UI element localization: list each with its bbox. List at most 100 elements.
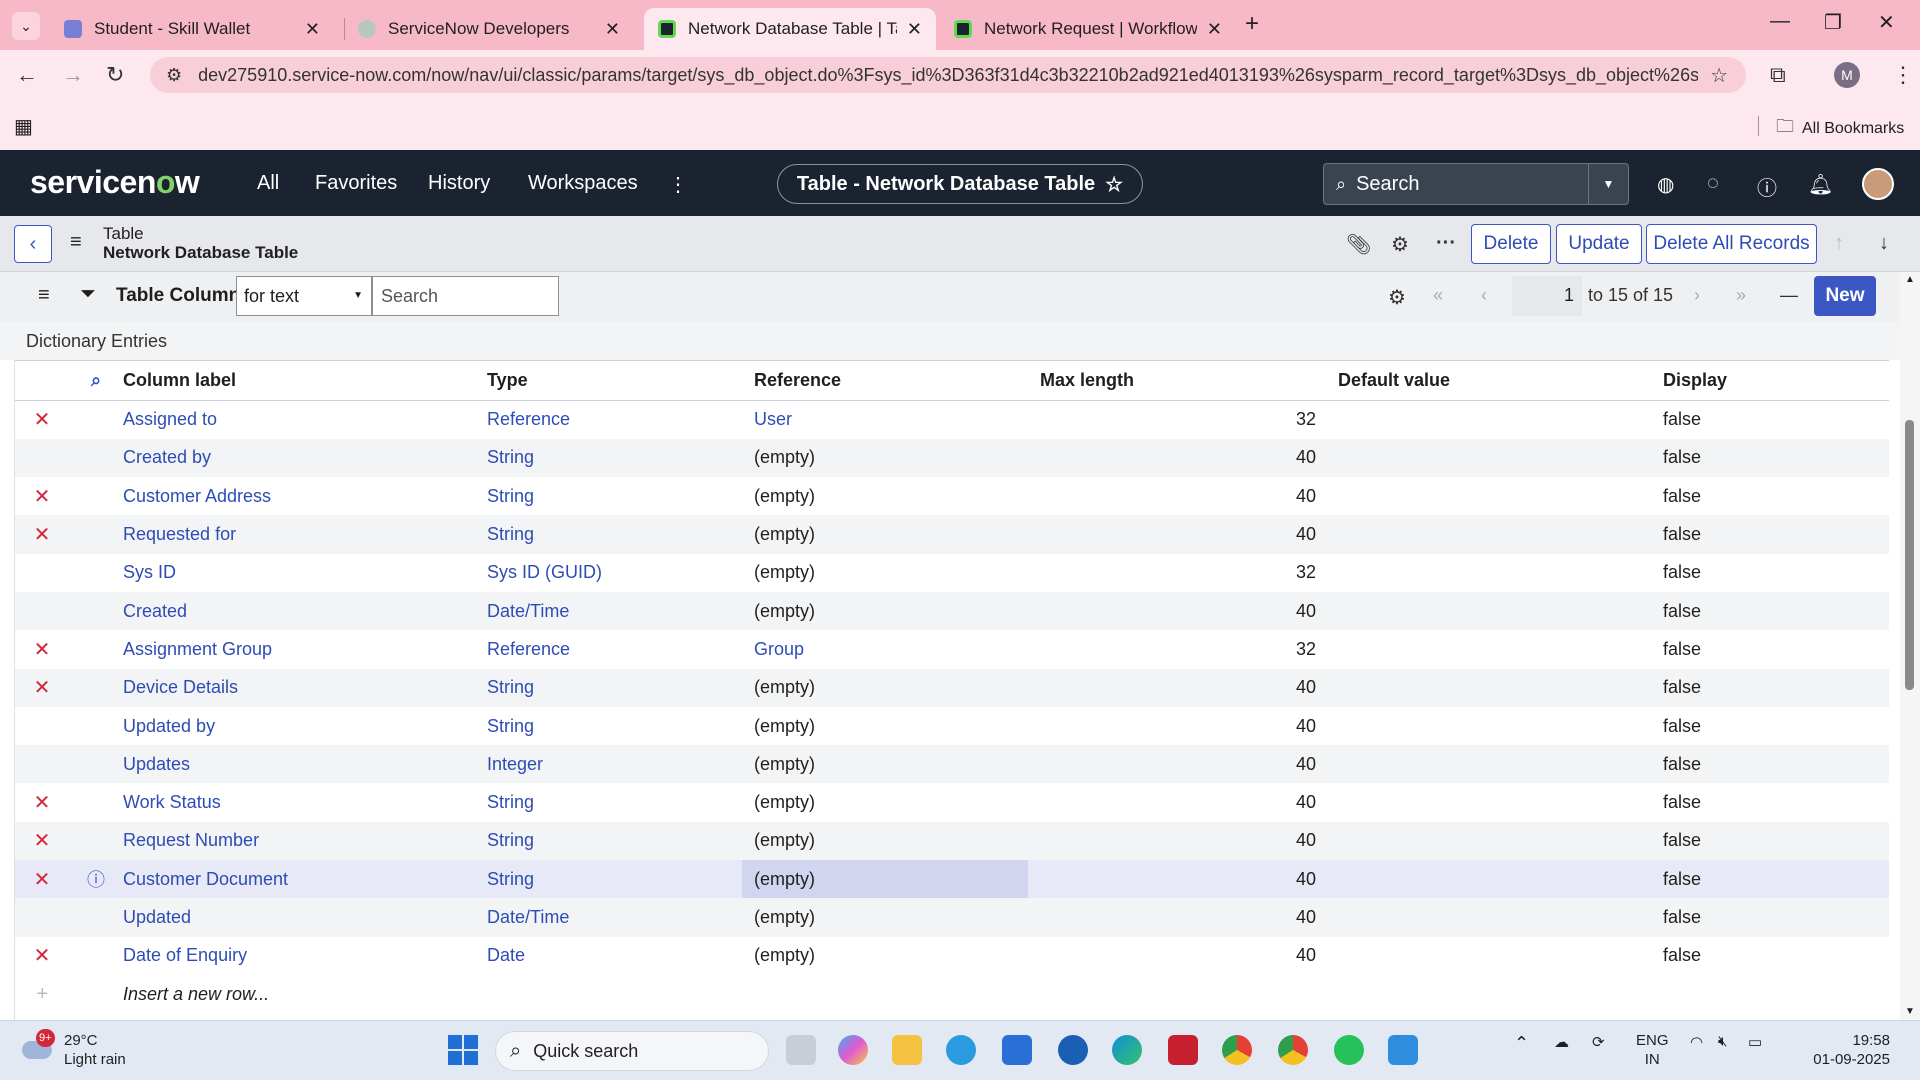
max-length-cell[interactable]: 40 (1028, 438, 1328, 478)
new-button[interactable]: New (1814, 276, 1876, 316)
browser-tab-network-request[interactable]: Network Request | Workflow St ✕ (940, 8, 1236, 50)
type-link[interactable]: String (487, 668, 742, 707)
all-bookmarks-button[interactable]: 🗀 All Bookmarks (1776, 114, 1904, 144)
minimize-icon[interactable]: — (1770, 10, 1790, 33)
filter-icon[interactable]: ⏷ (80, 283, 96, 306)
taskbar-search[interactable]: ⌕ Quick search (495, 1031, 769, 1071)
back-button[interactable]: ‹ (14, 225, 52, 263)
previous-record-icon[interactable]: ↑ (1834, 232, 1844, 255)
column-label-link[interactable]: Requested for (123, 515, 487, 554)
type-link[interactable]: String (487, 821, 742, 861)
type-link[interactable]: Date/Time (487, 898, 742, 937)
chat-icon[interactable]: ◌ (1707, 172, 1719, 195)
display-cell[interactable]: false (1662, 821, 1889, 861)
servicenow-logo[interactable]: servicenow (30, 164, 200, 201)
table-row[interactable]: ✕ ⓘ Customer Document String (empty) 40 false (15, 860, 1889, 899)
tab-search-button[interactable]: ⌄ (12, 12, 40, 40)
delete-row-icon[interactable]: ✕ (15, 515, 69, 554)
global-search[interactable]: ⌕ Search ▼ (1323, 163, 1629, 205)
column-header-max-length[interactable]: Max length (1028, 360, 1328, 401)
table-row[interactable]: Created by String (empty) 40 false (15, 438, 1889, 478)
info-icon[interactable]: ⓘ (69, 860, 123, 899)
column-header-display[interactable]: Display (1662, 360, 1889, 401)
nav-more-icon[interactable]: ⋮ (668, 172, 688, 197)
user-avatar[interactable] (1862, 168, 1894, 200)
next-record-icon[interactable]: ↓ (1879, 232, 1889, 255)
delete-row-icon[interactable]: ✕ (15, 821, 69, 861)
site-settings-icon[interactable]: ⚙ (166, 65, 182, 86)
reference-cell[interactable]: (empty) (742, 591, 1028, 631)
column-label-link[interactable]: Created (123, 591, 487, 631)
attachment-icon[interactable]: 📎︎ (1346, 232, 1371, 257)
form-context-menu-icon[interactable]: ≡ (70, 231, 82, 254)
help-icon[interactable]: ⓘ (1757, 172, 1777, 201)
max-length-cell[interactable]: 40 (1028, 783, 1328, 822)
default-value-cell[interactable] (1328, 706, 1662, 746)
bookmark-star-icon[interactable]: ☆ (1710, 63, 1728, 88)
max-length-cell[interactable]: 32 (1028, 630, 1328, 669)
display-cell[interactable]: false (1662, 477, 1889, 516)
reference-cell[interactable]: (empty) (742, 745, 1028, 784)
volume-muted-icon[interactable]: 🔇︎ (1718, 1033, 1727, 1050)
default-value-cell[interactable] (1328, 898, 1662, 937)
display-cell[interactable]: false (1662, 591, 1889, 631)
default-value-cell[interactable] (1328, 438, 1662, 478)
photos-icon[interactable] (1388, 1035, 1418, 1065)
last-page-icon[interactable]: » (1736, 285, 1746, 306)
display-cell[interactable]: false (1662, 860, 1889, 899)
forward-arrow-icon[interactable]: → (62, 62, 84, 88)
type-link[interactable]: Sys ID (GUID) (487, 553, 742, 592)
default-value-cell[interactable] (1328, 553, 1662, 592)
display-cell[interactable]: false (1662, 898, 1889, 937)
more-options-icon[interactable]: ··· (1436, 232, 1456, 255)
previous-page-icon[interactable]: ‹ (1481, 285, 1487, 306)
file-explorer-icon[interactable] (892, 1035, 922, 1065)
type-link[interactable]: Reference (487, 400, 742, 439)
type-link[interactable]: String (487, 860, 742, 899)
type-link[interactable]: Integer (487, 745, 742, 784)
display-cell[interactable]: false (1662, 400, 1889, 439)
type-link[interactable]: Date/Time (487, 591, 742, 631)
reference-cell[interactable]: (empty) (742, 438, 1028, 478)
default-value-cell[interactable] (1328, 477, 1662, 516)
scrollbar-thumb[interactable] (1905, 420, 1914, 690)
delete-all-records-button[interactable]: Delete All Records (1646, 224, 1817, 264)
nav-history[interactable]: History (428, 172, 490, 195)
default-value-cell[interactable] (1328, 936, 1662, 975)
page-scrollbar[interactable]: ▲ ▼ (1900, 272, 1920, 1020)
copilot-icon[interactable] (838, 1035, 868, 1065)
microsoft-store-icon[interactable] (1002, 1035, 1032, 1065)
delete-row-icon[interactable]: ✕ (15, 860, 69, 899)
reference-link[interactable]: User (742, 400, 1028, 439)
close-icon[interactable]: ✕ (1207, 19, 1222, 40)
column-label-link[interactable]: Request Number (123, 821, 487, 861)
default-value-cell[interactable] (1328, 860, 1662, 899)
max-length-cell[interactable]: 40 (1028, 477, 1328, 516)
max-length-cell[interactable]: 40 (1028, 668, 1328, 707)
column-label-link[interactable]: Assignment Group (123, 630, 487, 669)
max-length-cell[interactable]: 40 (1028, 591, 1328, 631)
profile-avatar[interactable]: M (1834, 62, 1860, 88)
table-row[interactable]: Sys ID Sys ID (GUID) (empty) 32 false (15, 553, 1889, 592)
url-bar[interactable]: ⚙ dev275910.service-now.com/now/nav/ui/c… (150, 57, 1746, 93)
chrome-icon[interactable] (1278, 1035, 1308, 1065)
max-length-cell[interactable]: 40 (1028, 936, 1328, 975)
default-value-cell[interactable] (1328, 668, 1662, 707)
collapse-list-icon[interactable]: — (1780, 285, 1798, 306)
browser-tab-servicenow-developers[interactable]: ServiceNow Developers ✕ (344, 8, 634, 50)
table-row[interactable]: ✕ Work Status String (empty) 40 false (15, 783, 1889, 822)
reference-cell[interactable]: (empty) (742, 477, 1028, 516)
search-scope-dropdown[interactable]: ▼ (1588, 164, 1628, 204)
sync-icon[interactable]: ⟳ (1592, 1033, 1605, 1051)
scroll-down-icon[interactable]: ▼ (1905, 1006, 1915, 1017)
list-settings-gear-icon[interactable]: ⚙ (1388, 285, 1406, 310)
reference-cell[interactable]: (empty) (742, 898, 1028, 937)
max-length-cell[interactable]: 40 (1028, 515, 1328, 554)
search-field-select[interactable]: for text ▼ (236, 276, 372, 316)
default-value-cell[interactable] (1328, 400, 1662, 439)
weather-widget-icon[interactable]: 9+ (22, 1029, 55, 1063)
type-link[interactable]: String (487, 477, 742, 516)
context-title-pill[interactable]: Table - Network Database Table ☆ (777, 164, 1143, 204)
table-row[interactable]: Created Date/Time (empty) 40 false (15, 591, 1889, 631)
new-tab-button[interactable]: + (1245, 10, 1259, 38)
